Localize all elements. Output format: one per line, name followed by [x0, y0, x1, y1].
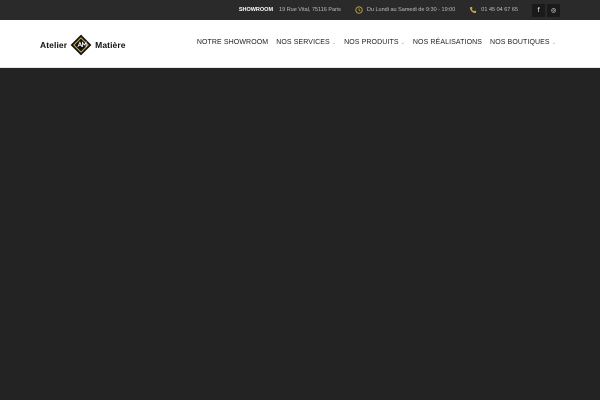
nav-item-produits[interactable]: NOS PRODUITS ⌄ — [344, 39, 405, 46]
phone-contact[interactable]: 01 45 04 67 65 — [469, 6, 518, 14]
nav-label: NOTRE SHOWROOM — [196, 39, 269, 46]
logo-text-right: Matière — [95, 40, 126, 50]
logo-mark-icon — [70, 34, 92, 56]
chevron-down-icon: ⌄ — [551, 39, 556, 46]
hours-text: Du Lundi au Samedi de 9:30 - 19:00 — [366, 7, 456, 13]
site-header: Atelier Matière NOTRE SHOWROOM NOS SERVI… — [0, 20, 600, 68]
showroom-label: SHOWROOM — [238, 7, 274, 13]
address-text: 19 Rue Vital, 75116 Paris — [279, 7, 341, 13]
logo-text-left: Atelier — [40, 40, 68, 50]
instagram-icon[interactable]: ◎ — [547, 3, 560, 17]
phone-number[interactable]: 01 45 04 67 65 — [481, 7, 518, 13]
chevron-down-icon: ⌄ — [331, 39, 337, 46]
nav-item-boutiques[interactable]: NOS BOUTIQUES ⌄ — [490, 39, 556, 46]
main-hero-area — [0, 69, 600, 400]
main-nav: NOTRE SHOWROOM NOS SERVICES ⌄ NOS PRODUI… — [197, 39, 556, 46]
nav-item-services[interactable]: NOS SERVICES ⌄ — [276, 39, 336, 46]
nav-item-realisations[interactable]: NOS RÉALISATIONS — [413, 39, 482, 46]
facebook-icon[interactable]: f — [532, 3, 545, 17]
nav-label: NOS BOUTIQUES — [490, 39, 550, 46]
nav-item-showroom[interactable]: NOTRE SHOWROOM — [197, 39, 268, 46]
nav-label: NOS SERVICES — [276, 39, 330, 46]
chevron-down-icon: ⌄ — [400, 39, 405, 46]
site-logo[interactable]: Atelier Matière — [40, 34, 126, 56]
opening-hours: Du Lundi au Samedi de 9:30 - 19:00 — [355, 6, 455, 14]
showroom-address: SHOWROOM 19 Rue Vital, 75116 Paris — [239, 7, 341, 13]
phone-icon — [469, 6, 477, 14]
nav-label: NOS RÉALISATIONS — [412, 39, 483, 46]
top-bar: SHOWROOM 19 Rue Vital, 75116 Paris Du Lu… — [0, 0, 600, 20]
nav-label: NOS PRODUITS — [344, 39, 399, 46]
social-links: f ◎ — [532, 3, 560, 17]
clock-icon — [355, 6, 363, 14]
